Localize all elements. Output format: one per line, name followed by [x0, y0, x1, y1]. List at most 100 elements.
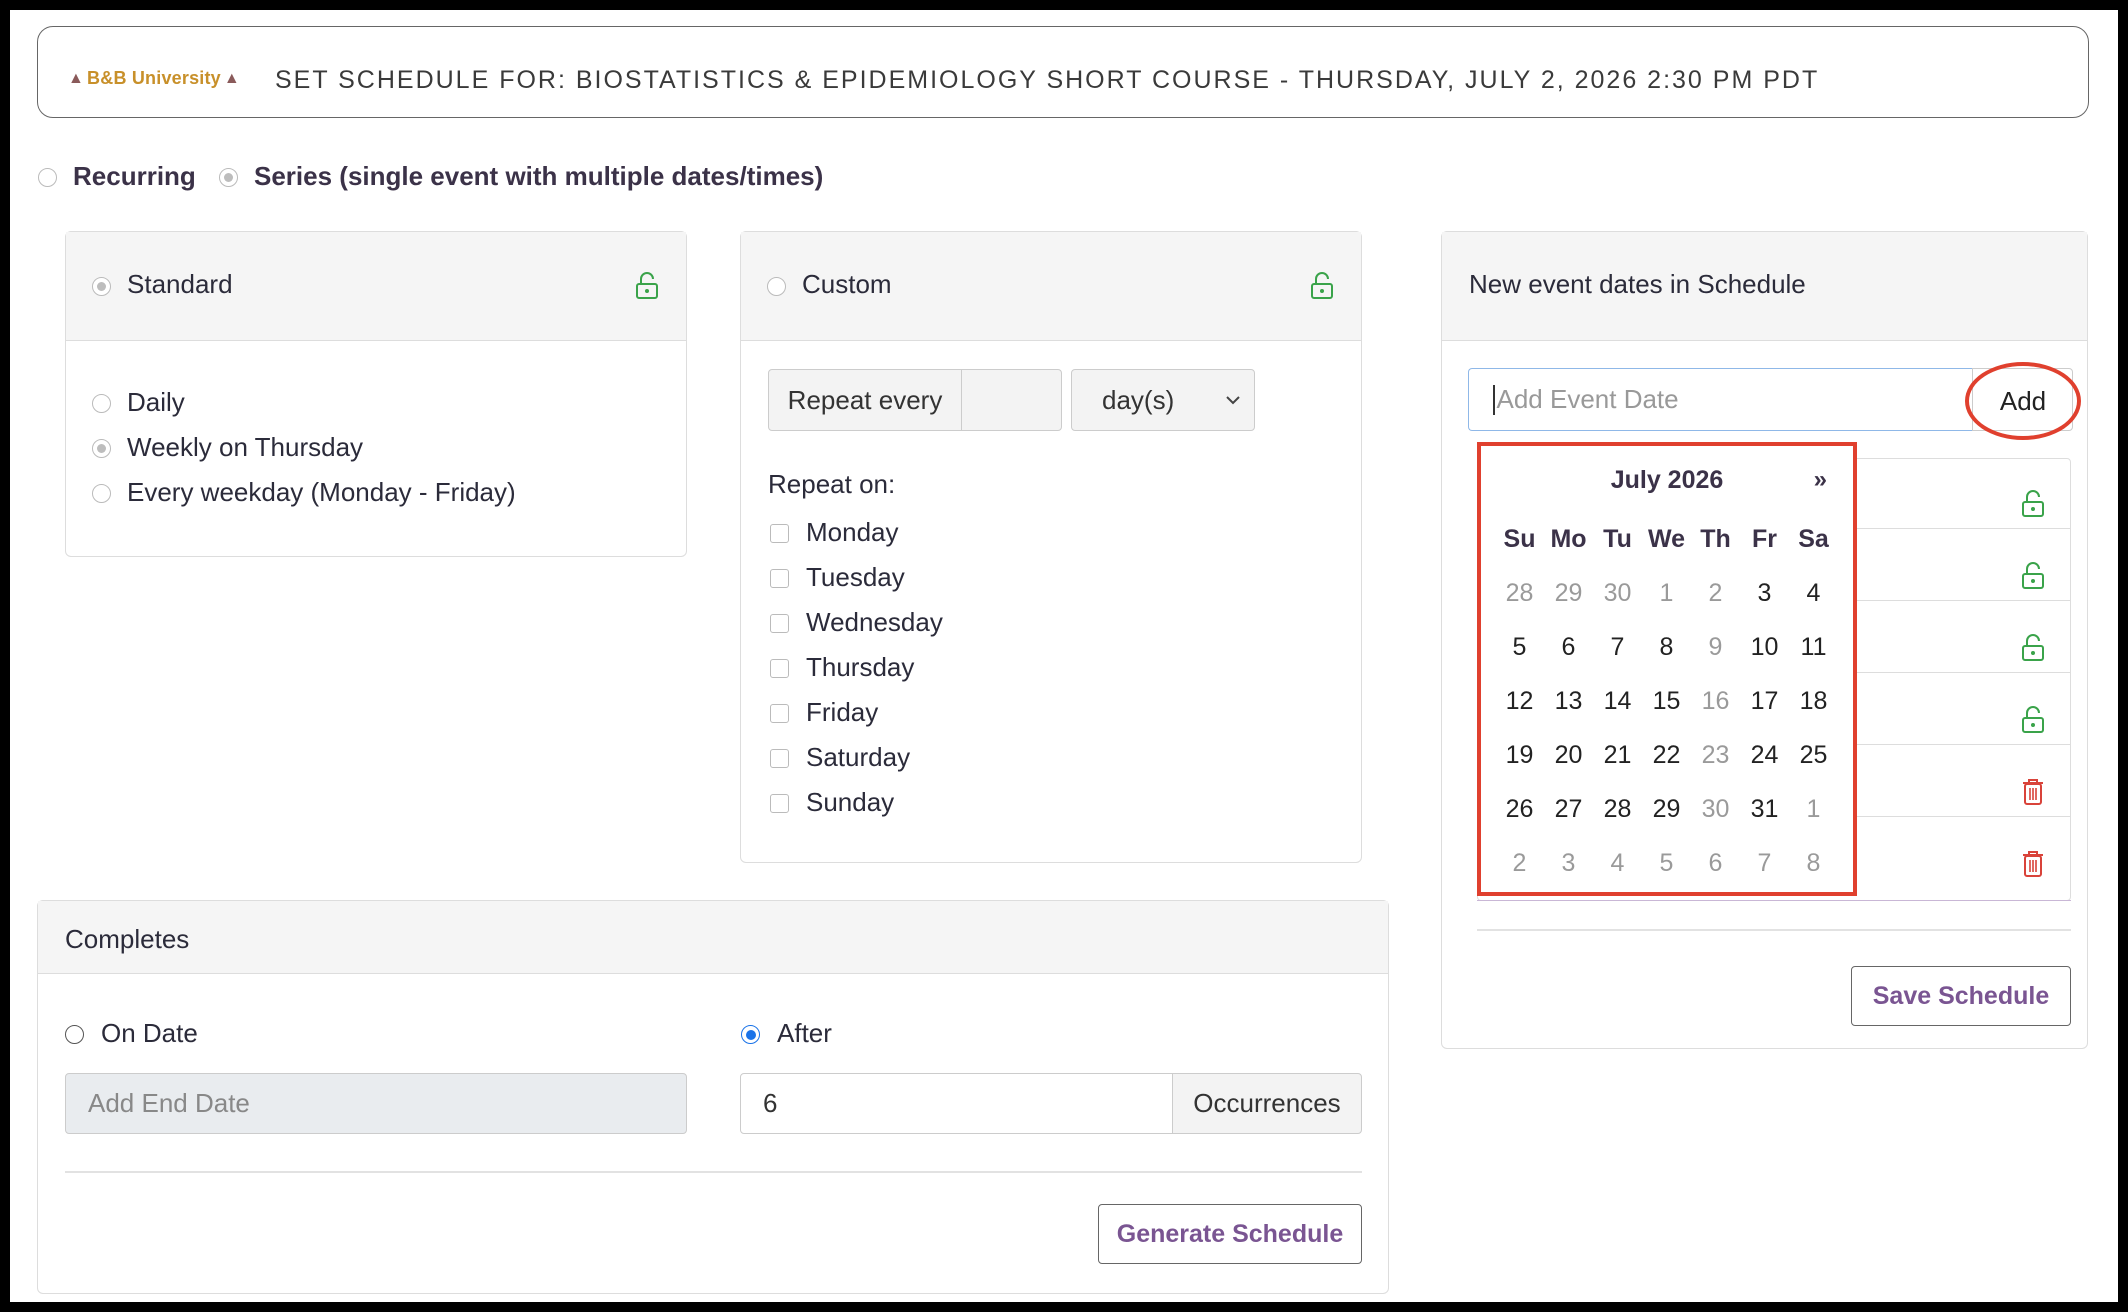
calendar-day[interactable]: 19 — [1495, 741, 1544, 770]
save-schedule-button[interactable]: Save Schedule — [1851, 966, 2071, 1026]
calendar-day[interactable]: 12 — [1495, 687, 1544, 716]
calendar-day: 7 — [1757, 848, 1772, 877]
date-picker-popup: July 2026 » Su Mo Tu We Th Fr Sa 28 29 30 1 2 3 4 5 6 7 8… — [1477, 442, 1857, 896]
calendar-day[interactable]: 17 — [1740, 687, 1789, 716]
calendar-day: 1 — [1806, 794, 1821, 823]
logo-triangle-right-icon: ▲ — [223, 69, 240, 87]
lock-icon — [2022, 490, 2044, 517]
calendar-day[interactable]: 23 — [1691, 741, 1740, 770]
calendar-day[interactable]: 21 — [1593, 741, 1642, 770]
day-label-monday: Monday — [806, 517, 899, 547]
occurrences-addon: Occurrences — [1172, 1073, 1362, 1134]
generate-schedule-button[interactable]: Generate Schedule — [1098, 1204, 1362, 1264]
lock-icon — [636, 272, 658, 299]
logo-triangle-left-icon: ▲ — [68, 69, 85, 87]
checkbox-saturday[interactable] — [770, 749, 789, 768]
custom-radio[interactable] — [767, 277, 786, 296]
calendar-day: 29 — [1554, 578, 1583, 607]
calendar-weekday-header: Sa — [1798, 524, 1829, 553]
trash-icon[interactable] — [2022, 778, 2044, 806]
calendar-weekday-header: Mo — [1550, 524, 1587, 553]
calendar-day[interactable]: 28 — [1593, 795, 1642, 824]
calendar-day[interactable]: 18 — [1789, 687, 1838, 716]
calendar-day: 30 — [1603, 578, 1632, 607]
repeat-every-input[interactable] — [961, 369, 1062, 431]
calendar-day: 3 — [1561, 848, 1576, 877]
standard-label: Standard — [127, 269, 233, 299]
calendar-day[interactable]: 7 — [1593, 633, 1642, 662]
after-radio[interactable] — [741, 1025, 760, 1044]
calendar-day[interactable]: 24 — [1740, 741, 1789, 770]
standard-radio[interactable] — [92, 277, 111, 296]
day-label-thursday: Thursday — [806, 652, 915, 682]
weekly-radio[interactable] — [92, 439, 111, 458]
calendar-day[interactable]: 13 — [1544, 687, 1593, 716]
calendar-day[interactable]: 25 — [1789, 741, 1838, 770]
calendar-day: 4 — [1610, 848, 1625, 877]
weekday-label: Every weekday (Monday - Friday) — [127, 477, 516, 507]
calendar-day: 2 — [1512, 848, 1527, 877]
calendar-day[interactable]: 11 — [1789, 633, 1838, 662]
calendar-day[interactable]: 22 — [1642, 741, 1691, 770]
on-date-radio[interactable] — [65, 1025, 84, 1044]
divider — [1477, 929, 2071, 931]
series-label: Series (single event with multiple dates… — [254, 161, 824, 191]
calendar-day[interactable]: 14 — [1593, 687, 1642, 716]
day-label-tuesday: Tuesday — [806, 562, 905, 592]
checkbox-thursday[interactable] — [770, 659, 789, 678]
end-date-input[interactable]: Add End Date — [65, 1073, 687, 1134]
lock-icon — [2022, 634, 2044, 661]
calendar-day[interactable]: 15 — [1642, 687, 1691, 716]
chevron-down-icon — [1226, 396, 1240, 405]
checkbox-tuesday[interactable] — [770, 569, 789, 588]
calendar-day[interactable]: 26 — [1495, 795, 1544, 824]
weekday-radio[interactable] — [92, 484, 111, 503]
recurring-radio[interactable] — [38, 168, 57, 187]
calendar-day: 6 — [1708, 848, 1723, 877]
lock-icon — [1311, 272, 1333, 299]
lock-icon — [2022, 706, 2044, 733]
calendar-weekday-header: Su — [1503, 524, 1536, 553]
calendar-day[interactable]: 6 — [1544, 633, 1593, 662]
lock-icon — [2022, 562, 2044, 589]
calendar-day[interactable]: 31 — [1740, 795, 1789, 824]
add-event-date-input[interactable]: Add Event Date — [1468, 368, 1973, 431]
occurrences-input[interactable]: 6 — [740, 1073, 1173, 1134]
checkbox-monday[interactable] — [770, 524, 789, 543]
calendar-day: 2 — [1708, 578, 1723, 607]
calendar-day[interactable]: 27 — [1544, 795, 1593, 824]
calendar-next-button[interactable]: » — [1814, 466, 1827, 494]
calendar-day[interactable]: 20 — [1544, 741, 1593, 770]
checkbox-friday[interactable] — [770, 704, 789, 723]
calendar-weekday-header: Tu — [1603, 524, 1632, 553]
after-label: After — [777, 1018, 832, 1048]
app-frame: ▲ B&B University ▲ SET SCHEDULE FOR: BIO… — [10, 10, 2118, 1302]
calendar-month-label[interactable]: July 2026 — [1481, 466, 1853, 495]
daily-radio[interactable] — [92, 394, 111, 413]
repeat-unit-value: day(s) — [1102, 384, 1175, 415]
add-event-date-placeholder: Add Event Date — [1496, 384, 1679, 414]
checkbox-wednesday[interactable] — [770, 614, 789, 633]
calendar-day[interactable]: 16 — [1691, 687, 1740, 716]
checkbox-sunday[interactable] — [770, 794, 789, 813]
calendar-day[interactable]: 5 — [1495, 633, 1544, 662]
calendar-day[interactable]: 29 — [1642, 795, 1691, 824]
event-dates-title: New event dates in Schedule — [1469, 269, 1806, 299]
series-radio[interactable] — [219, 168, 238, 187]
calendar-day[interactable]: 8 — [1642, 633, 1691, 662]
custom-label: Custom — [802, 269, 892, 299]
repeat-every-addon: Repeat every — [768, 369, 962, 431]
add-button[interactable]: Add — [1965, 362, 2081, 440]
calendar-day[interactable]: 30 — [1691, 795, 1740, 824]
recurring-label: Recurring — [73, 161, 196, 191]
calendar-day[interactable]: 9 — [1691, 633, 1740, 662]
calendar-day: 5 — [1659, 848, 1674, 877]
page-title: SET SCHEDULE FOR: BIOSTATISTICS & EPIDEM… — [275, 66, 1820, 94]
trash-icon[interactable] — [2022, 850, 2044, 878]
day-label-saturday: Saturday — [806, 742, 911, 772]
calendar-day[interactable]: 4 — [1789, 579, 1838, 608]
calendar-day[interactable]: 3 — [1740, 579, 1789, 608]
weekly-label: Weekly on Thursday — [127, 432, 364, 462]
calendar-day[interactable]: 10 — [1740, 633, 1789, 662]
day-label-friday: Friday — [806, 697, 879, 727]
